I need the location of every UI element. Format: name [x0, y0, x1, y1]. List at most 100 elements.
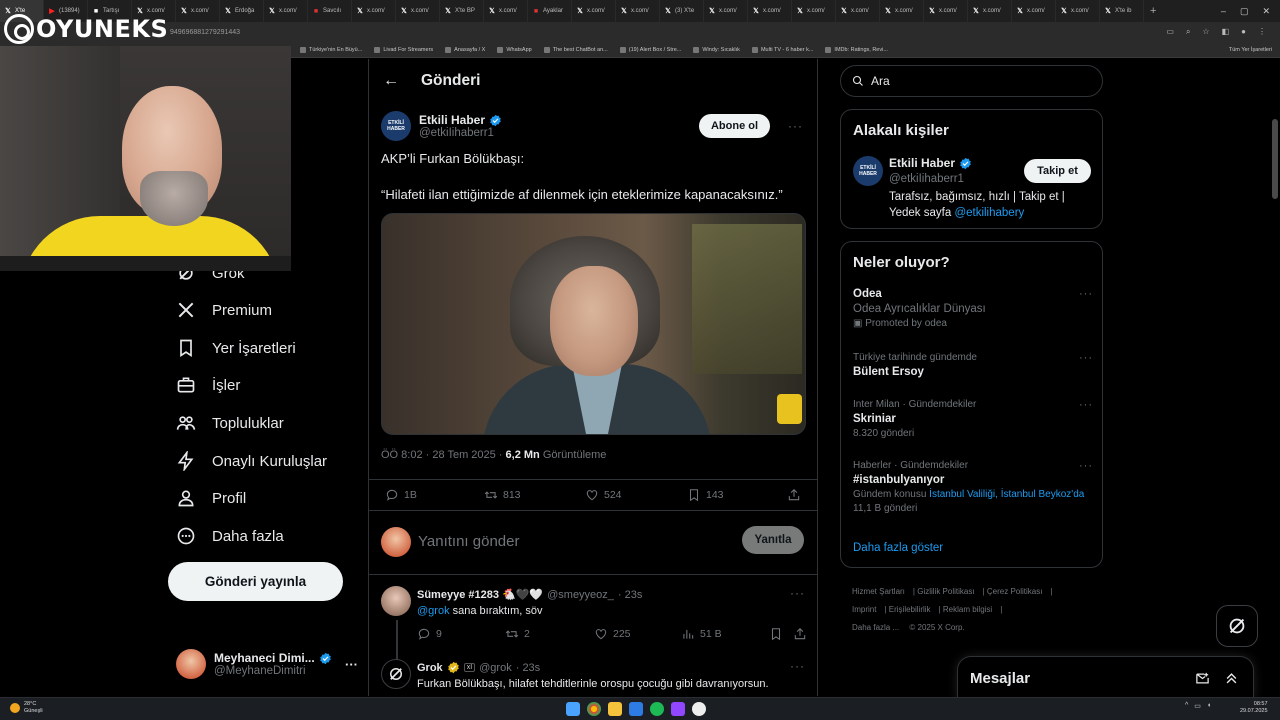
avatar[interactable]: ETKİLİ HABER [853, 156, 883, 186]
spotify-icon[interactable] [650, 702, 664, 716]
repost-action[interactable]: 2 [505, 627, 530, 641]
reply-author-name[interactable]: Grok [417, 662, 443, 674]
star-icon[interactable]: ☆ [1202, 27, 1209, 37]
reply-author-handle[interactable]: @grok [479, 662, 512, 674]
share-action[interactable] [787, 488, 801, 502]
new-message-icon[interactable] [1195, 671, 1210, 686]
author-name[interactable]: Etkili Haber [419, 113, 485, 127]
browser-tab[interactable]: 𝕏x.com/ [748, 0, 792, 22]
avatar[interactable] [381, 586, 411, 616]
bookmark-item[interactable]: IMDb: Ratings, Revi... [825, 46, 888, 53]
account-switcher[interactable]: Meyhaneci Dimi... @MeyhaneDimitri ··· [176, 644, 358, 684]
trend-item[interactable]: Haberler · Gündemdekiler #istanbulyanıyo… [853, 460, 1093, 514]
nav-item-yer-i-şaretleri[interactable]: Yer İşaretleri [176, 338, 296, 358]
author-handle[interactable]: @etkiIihaberr1 [419, 127, 502, 139]
cast-icon[interactable]: ▭ [1166, 27, 1174, 37]
subscribe-button[interactable]: Abone ol [699, 114, 770, 138]
browser-tab[interactable]: 𝕏x.com/ [1012, 0, 1056, 22]
post-button[interactable]: Gönderi yayınla [168, 562, 343, 601]
windows-start-icon[interactable] [566, 702, 580, 716]
browser-tab[interactable]: 𝕏x.com/ [484, 0, 528, 22]
more-icon[interactable]: ··· [345, 657, 358, 672]
reply-input[interactable]: Yanıtını gönder [418, 533, 519, 550]
browser-tab[interactable]: 𝕏 Erdoğa [220, 0, 264, 22]
footer-link[interactable]: Imprint [852, 605, 876, 614]
trend-item-promoted[interactable]: Odea Odea Ayrıcalıklar Dünyası ▣ Promote… [853, 288, 1093, 329]
search-input[interactable]: Ara [871, 74, 890, 88]
bookmark-item[interactable]: Türkiye'nin En Büyü... [300, 46, 362, 53]
footer-link[interactable]: Reklam bilgisi [943, 605, 992, 614]
nav-item-i-şler[interactable]: İşler [176, 375, 240, 395]
browser-tab[interactable]: 𝕏x.com/ [176, 0, 220, 22]
extensions-icon[interactable]: ◧ [1222, 27, 1230, 37]
browser-tab[interactable]: ■ Savcılı [308, 0, 352, 22]
browser-tab[interactable]: 𝕏x.com/ [1056, 0, 1100, 22]
more-icon[interactable]: ··· [790, 586, 805, 600]
reply-action[interactable]: 1B [385, 488, 417, 502]
browser-tab[interactable]: 𝕏x.com/ [264, 0, 308, 22]
url-text[interactable]: 949696881279291443 [170, 29, 240, 36]
nav-item-onaylı-kuruluşlar[interactable]: Onaylı Kuruluşlar [176, 451, 327, 471]
tweet-photo[interactable] [381, 213, 806, 435]
browser-tab[interactable]: 𝕏x.com/ [792, 0, 836, 22]
bookmark-item[interactable]: The best ChatBot an... [543, 46, 608, 53]
chrome-icon[interactable] [587, 702, 601, 716]
person-handle[interactable]: @etkiIihaberr1 [889, 173, 964, 185]
more-icon[interactable]: ··· [790, 659, 805, 673]
bookmark-item[interactable]: Multi TV - 6 haber k... [751, 46, 813, 53]
minimize-icon[interactable]: – [1221, 6, 1226, 17]
browser-tab[interactable]: 𝕏x.com/ [704, 0, 748, 22]
reply-author-name[interactable]: Sümeyye #1283 🐔🖤🤍 [417, 588, 543, 601]
obs-icon[interactable] [692, 702, 706, 716]
mention-link[interactable]: @grok [417, 605, 450, 617]
bookmark-item[interactable]: Livad For Streamers [374, 46, 433, 53]
browser-tab[interactable]: 𝕏 X'te BP [440, 0, 484, 22]
share-action[interactable] [793, 627, 807, 641]
chevron-up-icon[interactable] [1224, 671, 1239, 686]
network-icon[interactable]: ▭ [1194, 702, 1201, 710]
bookmark-item[interactable]: Windy: Sıcaklık [693, 46, 740, 53]
twitch-icon[interactable] [671, 702, 685, 716]
browser-tab[interactable]: 𝕏x.com/ [968, 0, 1012, 22]
more-icon[interactable]: ··· [1079, 460, 1093, 472]
zoom-icon[interactable]: ⌕ [1186, 27, 1190, 37]
more-icon[interactable]: ··· [1079, 352, 1093, 364]
person-name[interactable]: Etkili Haber [889, 156, 955, 170]
like-action[interactable]: 524 [585, 488, 622, 502]
nav-item-premium[interactable]: Premium [176, 300, 272, 320]
like-action[interactable]: 225 [594, 627, 631, 641]
bookmark-item[interactable]: WhatsApp [497, 46, 532, 53]
views-action[interactable]: 51 B [681, 627, 722, 641]
browser-tab[interactable]: 𝕏 (3) X'te [660, 0, 704, 22]
bio-link[interactable]: @etkilihabery [954, 207, 1024, 219]
volume-icon[interactable]: ◖ [1207, 702, 1211, 710]
browser-tab[interactable]: 𝕏x.com/ [572, 0, 616, 22]
weather-widget[interactable]: 28°C Güneşli [10, 701, 43, 715]
bookmark-action[interactable]: 143 [687, 488, 724, 502]
maximize-icon[interactable]: ▢ [1240, 6, 1249, 17]
more-icon[interactable]: ··· [1079, 399, 1093, 411]
trend-item[interactable]: Türkiye tarihinde gündemde Bülent Ersoy … [853, 352, 1093, 378]
taskbar-clock[interactable]: 08:57 29.07.2025 [1240, 701, 1268, 715]
profile-icon[interactable]: ● [1241, 27, 1246, 37]
avatar[interactable] [381, 659, 411, 689]
address-bar[interactable]: 949696881279291443 ▭ ⌕ ☆ ◧ ● ⋮ [0, 22, 1280, 42]
messages-drawer[interactable]: Mesajlar [957, 656, 1254, 700]
browser-tab[interactable]: ■ Ayaklar [528, 0, 572, 22]
tray-chevron-icon[interactable]: ^ [1185, 702, 1188, 710]
browser-tab[interactable]: 𝕏 X'te ib [1100, 0, 1144, 22]
menu-icon[interactable]: ⋮ [1258, 27, 1266, 37]
reply-action[interactable]: 9 [417, 627, 442, 641]
browser-tab[interactable]: 𝕏x.com/ [616, 0, 660, 22]
reply-button[interactable]: Yanıtla [742, 526, 804, 554]
more-icon[interactable]: ··· [788, 119, 803, 133]
file-explorer-icon[interactable] [608, 702, 622, 716]
browser-tab[interactable]: 𝕏x.com/ [836, 0, 880, 22]
footer-link[interactable]: Gizlilik Politikası [917, 587, 974, 596]
search-box[interactable]: Ara [840, 65, 1103, 97]
more-icon[interactable]: ··· [1079, 288, 1093, 300]
new-tab-icon[interactable]: + [1144, 5, 1162, 17]
all-bookmarks[interactable]: Tüm Yer İşaretleri [1229, 47, 1272, 53]
footer-link[interactable]: Daha fazla ... [852, 623, 899, 632]
reply-item[interactable]: Sümeyye #1283 🐔🖤🤍 @smeyyeoz_ · 23s ··· @… [369, 578, 817, 660]
